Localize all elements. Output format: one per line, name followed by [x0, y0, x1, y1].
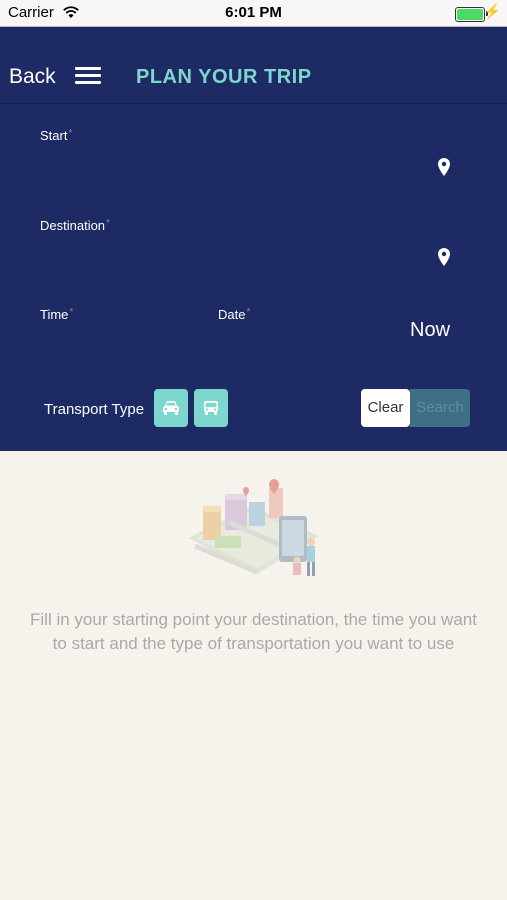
transport-type-label: Transport Type: [44, 401, 145, 418]
empty-state-hint: Fill in your starting point your destina…: [30, 610, 477, 653]
charging-icon: ⚡: [483, 3, 501, 19]
transport-car-button[interactable]: [154, 389, 188, 427]
date-input[interactable]: [218, 332, 392, 360]
destination-label: Destination*: [40, 218, 110, 233]
destination-label-text: Destination: [40, 218, 106, 233]
start-label-text: Start: [40, 128, 68, 143]
now-button[interactable]: Now: [410, 319, 450, 342]
back-button[interactable]: Back: [9, 65, 56, 89]
bus-icon: [204, 401, 218, 415]
search-button[interactable]: Search: [410, 389, 470, 427]
clear-button[interactable]: Clear: [361, 389, 410, 427]
required-mark: *: [246, 307, 251, 318]
required-mark: *: [106, 218, 110, 229]
time-input[interactable]: [40, 332, 204, 360]
location-pin-icon[interactable]: [438, 158, 450, 176]
trip-form: Start* Destination* Time* Date* Now Tran…: [0, 104, 507, 451]
city-map-illustration: [189, 479, 319, 576]
page-title: PLAN YOUR TRIP: [136, 66, 312, 88]
time-label: Time*: [40, 307, 73, 322]
start-label: Start*: [40, 128, 72, 143]
required-mark: *: [69, 307, 74, 318]
status-bar: Carrier 6:01 PM ⚡: [0, 0, 507, 27]
status-time: 6:01 PM: [225, 4, 282, 21]
battery-icon: [455, 7, 488, 22]
destination-input[interactable]: [40, 244, 424, 272]
transport-bus-button[interactable]: [194, 389, 228, 427]
date-label: Date*: [218, 307, 250, 322]
required-mark: *: [68, 128, 73, 139]
time-label-text: Time: [40, 307, 69, 322]
hamburger-menu-icon[interactable]: [75, 67, 101, 85]
location-pin-icon[interactable]: [438, 248, 450, 266]
nav-bar: Back PLAN YOUR TRIP: [0, 27, 507, 104]
date-label-text: Date: [218, 307, 246, 322]
start-input[interactable]: [40, 154, 424, 182]
car-icon: [163, 401, 179, 415]
